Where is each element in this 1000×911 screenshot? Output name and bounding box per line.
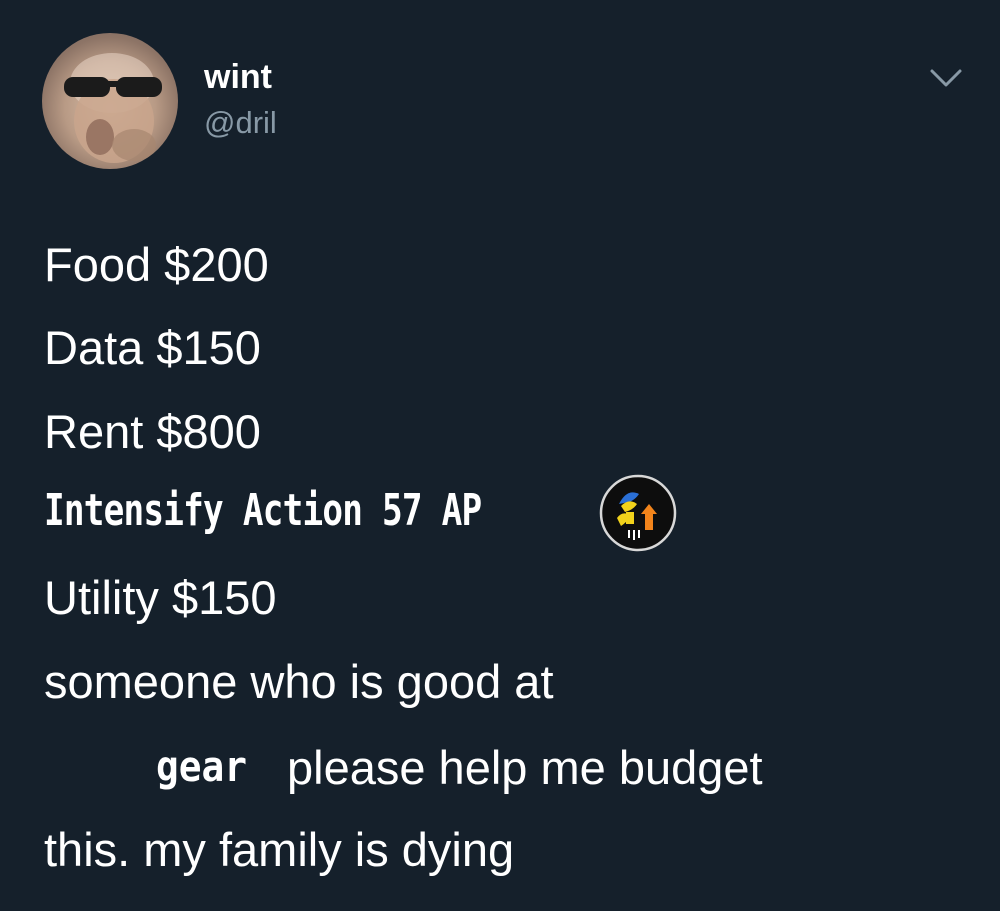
gear-word: gear [156, 742, 248, 791]
tweet-line-family: this. my family is dying [44, 823, 515, 876]
display-name[interactable]: wint [204, 58, 272, 97]
tweet-line-rent: Rent $800 [44, 405, 261, 458]
avatar-image [64, 53, 162, 163]
tweet-line-please-help: please help me budget [287, 741, 763, 794]
intensify-action-ability-icon [599, 474, 677, 552]
tweet-line-food: Food $200 [44, 238, 269, 291]
profile-avatar[interactable] [42, 33, 178, 169]
tweet-card: wint @dril Food $200 Data $150 Rent $800… [0, 0, 1000, 911]
user-handle[interactable]: @dril [204, 105, 277, 141]
tweet-line-someone: someone who is good at [44, 655, 554, 708]
chevron-down-icon[interactable] [928, 66, 964, 90]
tweet-line-ability: Intensify Action 57 AP [44, 481, 605, 536]
tweet-line-data: Data $150 [44, 321, 261, 374]
ability-text: Intensify Action 57 AP [44, 485, 482, 536]
tweet-line-utility: Utility $150 [44, 571, 277, 624]
